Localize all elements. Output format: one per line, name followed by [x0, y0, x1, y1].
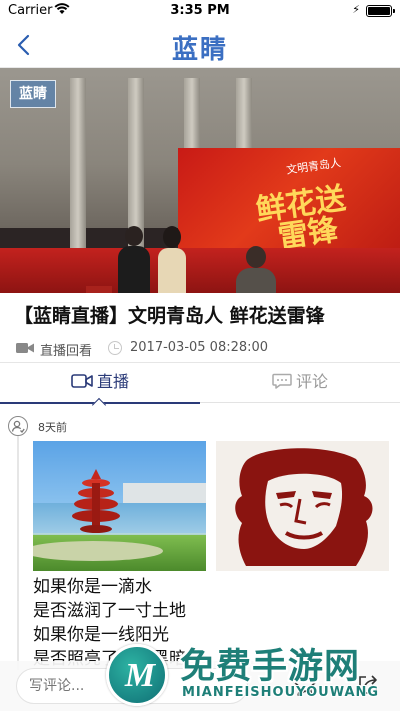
video-watermark: 蓝睛	[10, 80, 56, 108]
active-tab-notch	[91, 397, 107, 413]
backdrop-title: 鲜花送 雷锋	[254, 181, 351, 256]
content-tabs: 直播 评论	[0, 363, 400, 413]
article-title: 【蓝睛直播】文明青岛人 鲜花送雷锋	[14, 305, 325, 327]
tab-live-label: 直播	[96, 372, 129, 391]
poem-line: 如果你是一滴水	[33, 577, 152, 597]
clock-icon	[108, 341, 122, 355]
tab-comments-label: 评论	[295, 372, 328, 391]
singer-man	[118, 226, 150, 293]
charging-icon: ⚡	[352, 3, 360, 16]
video-player[interactable]: 文明青岛人 鲜花送 雷锋 蓝睛	[0, 68, 400, 293]
battery-icon	[366, 5, 395, 17]
app-logo: 蓝睛	[0, 29, 400, 66]
avatar	[8, 416, 28, 436]
poem-line: 如果你是一线阳光	[33, 625, 169, 645]
comment-input[interactable]	[16, 668, 248, 704]
comment-bubble-icon	[272, 373, 292, 389]
lei-feng-portrait-image[interactable]	[216, 441, 389, 571]
video-column	[70, 78, 86, 263]
timeline-line	[17, 430, 19, 670]
share-icon[interactable]	[356, 673, 380, 697]
publish-datetime: 2017-03-05 08:28:00	[130, 340, 269, 355]
qingdao-may-fourth-square-image[interactable]	[33, 441, 206, 571]
status-bar: Carrier 3:35 PM ⚡	[0, 0, 400, 22]
podium	[86, 286, 112, 293]
comment-bar	[0, 661, 400, 711]
poem-line: 是否滋润了一寸土地	[33, 601, 186, 621]
red-sculpture	[72, 469, 120, 533]
post-time-ago: 8天前	[38, 421, 67, 434]
video-camera-outline-icon	[71, 374, 93, 388]
user-icon	[11, 420, 25, 433]
logo-text-2: 睛	[200, 35, 229, 65]
post-text: 如果你是一滴水 是否滋润了一寸土地 如果你是一线阳光 是否照亮了一分黑暗	[33, 575, 186, 671]
tab-comments[interactable]: 评论	[200, 363, 400, 403]
tab-live[interactable]: 直播	[0, 363, 200, 413]
video-camera-icon	[16, 343, 34, 353]
stage-floor	[0, 248, 400, 293]
navigation-bar: 蓝睛	[0, 22, 400, 68]
image-shore-buildings	[123, 483, 206, 503]
logo-text-1: 蓝	[171, 35, 200, 65]
singer-woman	[158, 226, 186, 293]
backdrop-subtitle: 文明青岛人	[285, 156, 342, 177]
star-favorite-icon[interactable]	[292, 672, 318, 698]
guitarist	[236, 246, 276, 293]
clock-time: 3:35 PM	[170, 3, 230, 18]
portrait-silhouette	[235, 448, 373, 566]
content-type-label: 直播回看	[40, 344, 93, 359]
